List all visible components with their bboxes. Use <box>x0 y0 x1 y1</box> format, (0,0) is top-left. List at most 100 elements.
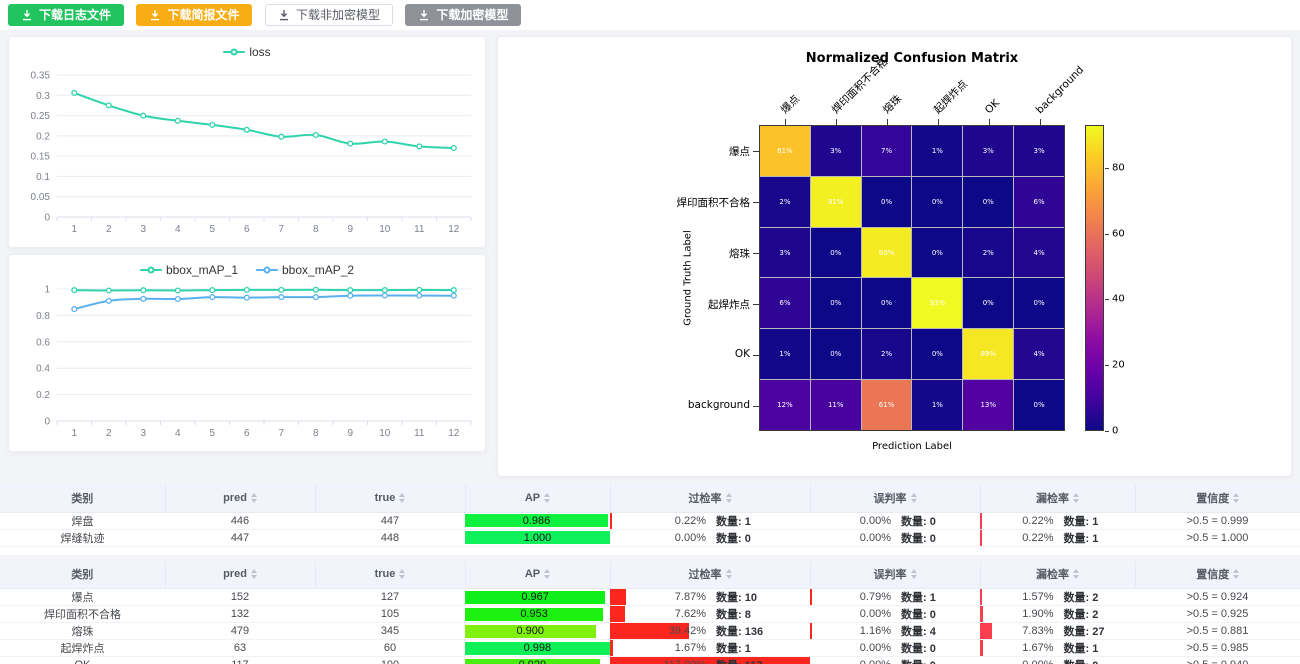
cell-pred: 447 <box>165 529 315 546</box>
x-tick-label: 6 <box>244 428 250 439</box>
matrix-cell: 0% <box>1014 278 1064 328</box>
column-header-rate2[interactable]: 漏检率 <box>980 484 1135 512</box>
column-header-conf[interactable]: 置信度 <box>1135 484 1300 512</box>
y-tick-label: 0.3 <box>36 91 50 102</box>
legend-line-icon <box>223 51 245 53</box>
colorbar-tick-label: 80 <box>1112 162 1125 173</box>
cell-confidence: >0.5 = 0.881 <box>1135 623 1300 640</box>
matrix-row-label: 焊印面积不合格 <box>558 195 750 210</box>
sort-carets-icon[interactable] <box>399 493 405 503</box>
download-icon <box>418 9 430 21</box>
column-header-rate0[interactable]: 过检率 <box>610 561 810 589</box>
legend-item-bbox-map-1[interactable]: bbox_mAP_1 <box>140 263 238 277</box>
column-header-true[interactable]: true <box>315 484 465 512</box>
column-header-pred[interactable]: pred <box>165 561 315 589</box>
sort-carets-icon[interactable] <box>251 569 257 579</box>
column-header-ap[interactable]: AP <box>465 484 610 512</box>
confusion-matrix-card: Normalized Confusion Matrix Ground Truth… <box>497 36 1292 477</box>
bbox_mAP_2-data-point <box>382 293 387 298</box>
rate-count: 数量: 1 <box>1064 530 1112 546</box>
legend-item-loss[interactable]: loss <box>223 45 270 59</box>
confusion-matrix-title: Normalized Confusion Matrix <box>662 51 1162 66</box>
download-encrypted-model-button[interactable]: 下载加密模型 <box>405 4 521 26</box>
x-tick-label: 5 <box>210 428 216 439</box>
sort-carets-icon[interactable] <box>399 569 405 579</box>
column-header-rate0[interactable]: 过检率 <box>610 484 810 512</box>
legend-item-bbox-map-2[interactable]: bbox_mAP_2 <box>256 263 354 277</box>
cell-over-rate: 7.87%数量: 10 <box>610 589 810 606</box>
rate-percent: 7.83% <box>1004 625 1054 637</box>
x-tick-label: 4 <box>175 428 181 439</box>
cell-true: 127 <box>315 589 465 606</box>
download-plain-model-button[interactable]: 下载非加密模型 <box>265 4 393 26</box>
loss-data-point <box>141 113 146 118</box>
sort-carets-icon[interactable] <box>1233 569 1239 579</box>
colorbar-tick-label: 60 <box>1112 228 1125 239</box>
sort-carets-icon[interactable] <box>911 493 917 503</box>
cell-misjudge-rate: 0.00%数量: 0 <box>810 640 980 657</box>
x-tick-label: 11 <box>414 224 425 235</box>
cell-miss-rate: 1.57%数量: 2 <box>980 589 1135 606</box>
download-report-label: 下载简报文件 <box>167 4 239 26</box>
dashboard-page: 下载日志文件 下载简报文件 下载非加密模型 下载加密模型 <box>0 0 1300 664</box>
sort-carets-icon[interactable] <box>1233 493 1239 503</box>
sort-carets-icon[interactable] <box>726 493 732 503</box>
column-header-rate1[interactable]: 误判率 <box>810 561 980 589</box>
bbox_mAP_1-data-point <box>417 288 422 293</box>
column-header-pred[interactable]: pred <box>165 484 315 512</box>
x-tick-label: 9 <box>348 224 354 235</box>
matrix-cell: 0% <box>963 278 1013 328</box>
loss-data-point <box>244 127 249 132</box>
rate-percent: 7.62% <box>656 608 706 620</box>
cell-ap: 0.900 <box>465 623 610 640</box>
rate-percent: 0.00% <box>656 532 706 544</box>
download-log-button[interactable]: 下载日志文件 <box>8 4 124 26</box>
cell-ap: 0.967 <box>465 589 610 606</box>
matrix-cell: 1% <box>912 126 962 176</box>
column-header-ap[interactable]: AP <box>465 561 610 589</box>
column-header-true[interactable]: true <box>315 561 465 589</box>
colorbar-tick <box>1105 234 1109 235</box>
sort-carets-icon[interactable] <box>1073 569 1079 579</box>
rate-text: 0.00%数量: 0 <box>810 530 980 546</box>
x-tick-label: 7 <box>279 224 285 235</box>
y-tick-label: 1 <box>44 285 50 296</box>
table-row: 焊盘4464470.9860.22%数量: 10.00%数量: 00.22%数量… <box>0 512 1300 529</box>
sort-carets-icon[interactable] <box>726 569 732 579</box>
sort-carets-icon[interactable] <box>911 569 917 579</box>
cell-pred: 132 <box>165 606 315 623</box>
y-tick-label: 0.6 <box>36 337 50 348</box>
rate-percent: 1.67% <box>656 642 706 654</box>
cell-misjudge-rate: 0.79%数量: 1 <box>810 589 980 606</box>
matrix-column-label: background <box>1033 63 1087 117</box>
sort-carets-icon[interactable] <box>251 493 257 503</box>
download-report-button[interactable]: 下载简报文件 <box>136 4 252 26</box>
column-header-rate1[interactable]: 误判率 <box>810 484 980 512</box>
bbox_mAP_1-data-point <box>348 288 353 293</box>
rate-text: 0.00%数量: 0 <box>810 657 980 664</box>
cell-confidence: >0.5 = 0.985 <box>1135 640 1300 657</box>
rate-text: 0.22%数量: 1 <box>980 513 1135 529</box>
cell-misjudge-rate: 0.00%数量: 0 <box>810 529 980 546</box>
colorbar-tick <box>1105 168 1109 169</box>
cell-true: 345 <box>315 623 465 640</box>
bbox_mAP_2-data-point <box>175 297 180 302</box>
sort-carets-icon[interactable] <box>544 569 550 579</box>
sort-carets-icon[interactable] <box>544 493 550 503</box>
rate-percent: 0.22% <box>1004 532 1054 544</box>
matrix-left-tick <box>753 202 759 203</box>
download-icon <box>278 9 290 21</box>
loss-data-point <box>451 146 456 151</box>
x-tick-label: 3 <box>141 428 147 439</box>
rate-count: 数量: 0 <box>716 530 764 546</box>
column-header-conf[interactable]: 置信度 <box>1135 561 1300 589</box>
map-chart-legend: bbox_mAP_1 bbox_mAP_2 <box>9 263 485 277</box>
sort-carets-icon[interactable] <box>1073 493 1079 503</box>
rate-percent: 39.42% <box>656 625 706 637</box>
matrix-left-tick <box>753 304 759 305</box>
matrix-cell: 0% <box>1014 380 1064 430</box>
table-card-2: 类别predtrueAP过检率误判率漏检率置信度爆点1521270.9677.8… <box>0 561 1300 664</box>
rate-count: 数量: 0 <box>1064 657 1112 664</box>
column-header-rate2[interactable]: 漏检率 <box>980 561 1135 589</box>
matrix-cell: 0% <box>963 177 1013 227</box>
